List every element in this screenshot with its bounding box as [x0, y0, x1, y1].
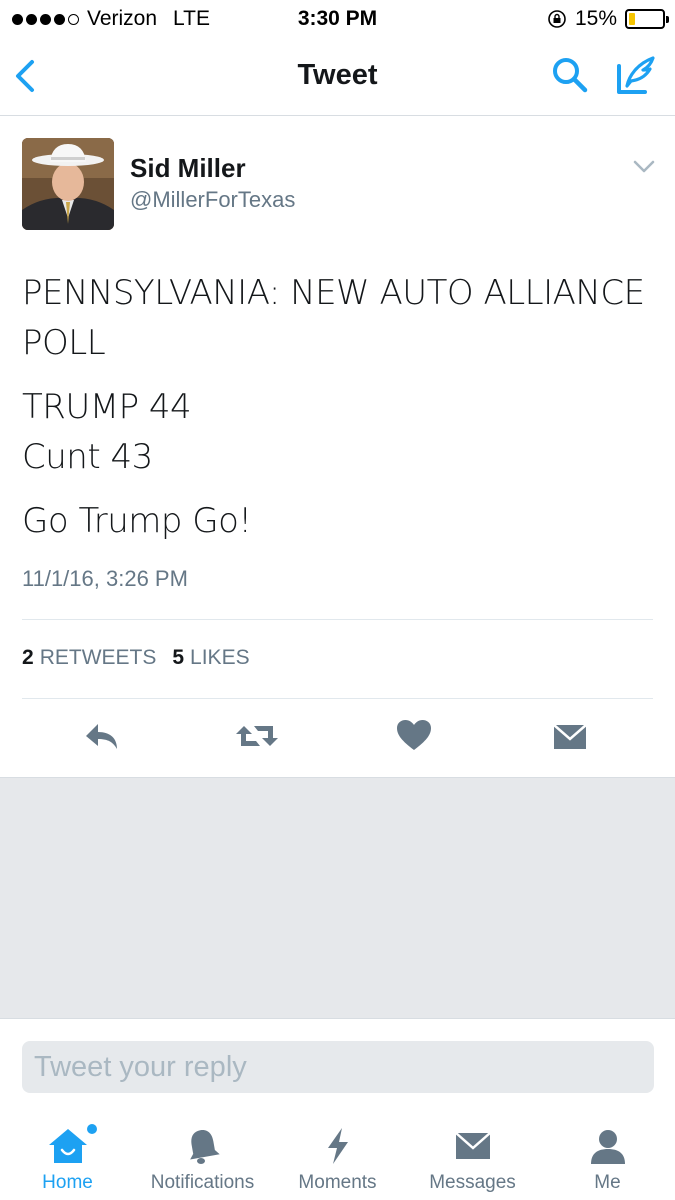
chevron-down-icon[interactable]: [633, 160, 655, 174]
navigation-bar: Tweet: [0, 38, 675, 116]
battery-percent: 15%: [574, 7, 617, 30]
envelope-icon: [454, 1132, 491, 1159]
tab-label: Notifications: [150, 1172, 255, 1193]
home-icon: [48, 1129, 87, 1163]
reply-input[interactable]: [22, 1041, 654, 1093]
tab-label: Home: [42, 1172, 93, 1193]
tweet-text-paragraph: Go Trump Go!: [22, 501, 252, 541]
heart-icon[interactable]: [394, 716, 434, 756]
tab-label: Messages: [429, 1172, 516, 1193]
tab-home[interactable]: Home: [0, 1110, 135, 1200]
author-handle[interactable]: @MillerForTexas: [130, 187, 295, 213]
search-icon[interactable]: [551, 56, 589, 94]
avatar-image: [22, 138, 114, 230]
tweet-detail: Sid Miller @MillerForTexas PENNSYLVANIA:…: [0, 116, 675, 778]
tab-bar: Home Notifications Moments Messages Me: [0, 1110, 675, 1200]
author-name[interactable]: Sid Miller: [130, 153, 246, 184]
likes-stat[interactable]: 5 LIKES: [172, 646, 249, 670]
tab-moments[interactable]: Moments: [270, 1110, 405, 1200]
status-right: 15%: [547, 7, 669, 31]
bell-icon: [189, 1130, 220, 1164]
tab-label: Moments: [298, 1172, 377, 1193]
retweets-stat[interactable]: 2 RETWEETS: [22, 646, 156, 670]
direct-message-icon[interactable]: [550, 716, 590, 756]
reply-composer: [0, 1018, 675, 1110]
divider: [22, 698, 653, 699]
tab-messages[interactable]: Messages: [405, 1110, 540, 1200]
person-icon: [590, 1130, 625, 1164]
likes-count: 5: [172, 646, 185, 669]
tweet-timestamp: 11/1/16, 3:26 PM: [22, 566, 188, 591]
rotation-lock-icon: [548, 10, 566, 28]
battery-icon: [625, 9, 669, 29]
status-bar: Verizon LTE 3:30 PM 15%: [0, 0, 675, 38]
lightning-icon: [327, 1128, 348, 1164]
compose-icon[interactable]: [615, 54, 657, 96]
avatar[interactable]: [22, 138, 114, 230]
divider: [22, 619, 653, 620]
tab-notifications[interactable]: Notifications: [135, 1110, 270, 1200]
tab-label: Me: [594, 1172, 621, 1193]
tweet-text-paragraph: TRUMP 44 Cunt 43: [22, 387, 192, 477]
tab-me[interactable]: Me: [540, 1110, 675, 1200]
tweet-text: PENNSYLVANIA: NEW AUTO ALLIANCE POLL TRU…: [22, 268, 662, 560]
tweet-stats: 2 RETWEETS 5 LIKES: [22, 646, 250, 670]
retweet-icon[interactable]: [234, 716, 280, 756]
tweet-text-paragraph: PENNSYLVANIA: NEW AUTO ALLIANCE POLL: [22, 273, 645, 363]
retweets-label: RETWEETS: [39, 646, 157, 669]
unread-dot: [87, 1124, 97, 1134]
retweets-count: 2: [22, 646, 34, 669]
likes-label: LIKES: [190, 646, 250, 669]
reply-icon[interactable]: [82, 716, 122, 756]
tweet-actions: [0, 716, 675, 760]
